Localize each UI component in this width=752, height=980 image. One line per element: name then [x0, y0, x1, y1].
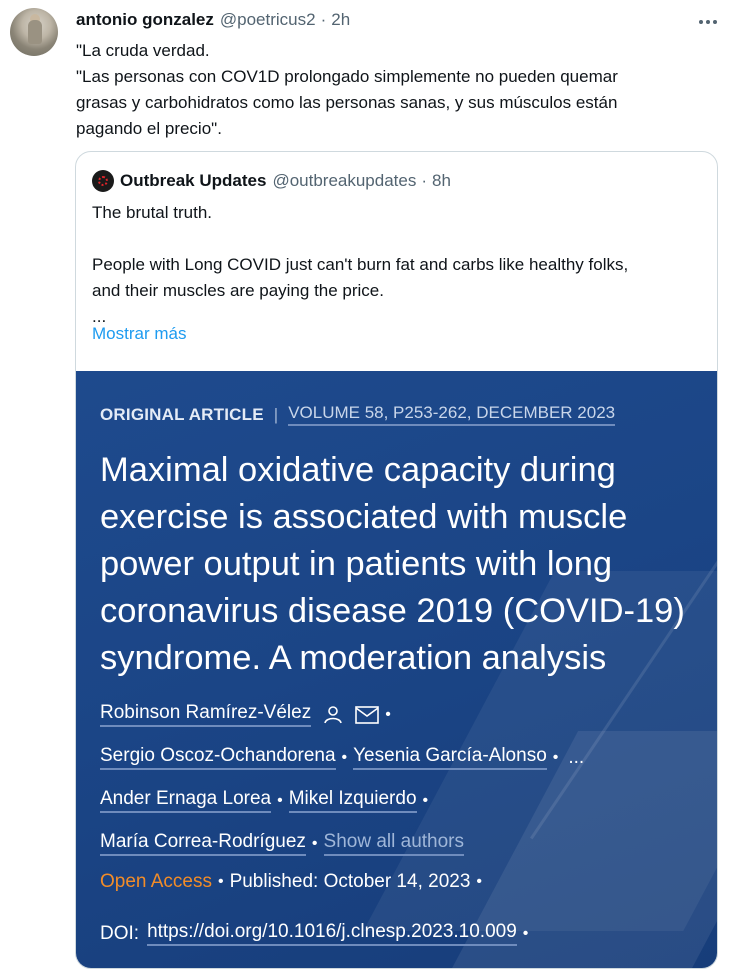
- article-kind: ORIGINAL ARTICLE: [100, 404, 264, 424]
- tweet-time[interactable]: 2h: [331, 10, 350, 30]
- doi-separator: •: [522, 924, 529, 942]
- pub-separator: •: [217, 873, 224, 890]
- quote-text-line: People with Long COVID just can't burn f…: [92, 255, 629, 274]
- article-author: Mikel Izquierdo: [288, 788, 417, 813]
- article-author: Sergio Oscoz-Ochandorena: [100, 745, 336, 770]
- show-more-link[interactable]: Mostrar más: [92, 324, 186, 344]
- more-horizontal-icon[interactable]: [694, 10, 722, 34]
- more-dot: [713, 20, 717, 24]
- author-row: Robinson Ramírez-Vélez •: [100, 693, 700, 736]
- pub-separator: •: [476, 873, 483, 890]
- tweet-header: antonio gonzalez @poetricus2 · 2h: [76, 10, 350, 32]
- more-dot: [699, 20, 703, 24]
- doi-info: DOI: https://doi.org/10.1016/j.clnesp.20…: [100, 921, 534, 946]
- article-image[interactable]: ORIGINAL ARTICLE | VOLUME 58, P253-262, …: [76, 371, 717, 968]
- header-separator: ·: [320, 10, 327, 29]
- quote-text-line: The brutal truth.: [92, 203, 213, 222]
- doi-link: https://doi.org/10.1016/j.clnesp.2023.10…: [147, 921, 517, 946]
- quote-text: The brutal truth. People with Long COVID…: [92, 200, 702, 330]
- author-separator: •: [277, 791, 283, 809]
- author-row: Sergio Oscoz-Ochandorena • Yesenia Garcí…: [100, 736, 700, 779]
- tweet-text-line: pagando el precio".: [76, 119, 222, 138]
- tweet-text-line: "La cruda verdad.: [76, 41, 210, 60]
- meta-pipe: |: [273, 404, 279, 424]
- doi-label: DOI:: [100, 922, 140, 944]
- more-dot: [706, 20, 710, 24]
- avatar-figure: [28, 20, 42, 44]
- quote-time[interactable]: 8h: [432, 171, 451, 191]
- quote-avatar[interactable]: [92, 170, 114, 192]
- tweet-text: "La cruda verdad. "Las personas con COV1…: [76, 38, 716, 142]
- quote-separator: ·: [421, 171, 428, 190]
- virus-logo-icon: [98, 176, 108, 186]
- author-row: María Correa-Rodríguez • Show all author…: [100, 822, 700, 865]
- author-separator: •: [385, 705, 391, 723]
- avatar[interactable]: [10, 8, 58, 56]
- article-author: María Correa-Rodríguez: [100, 831, 306, 856]
- person-icon: [324, 705, 342, 723]
- article-meta: ORIGINAL ARTICLE | VOLUME 58, P253-262, …: [100, 403, 616, 426]
- author-separator: •: [552, 748, 559, 766]
- article-volume: VOLUME 58, P253-262, DECEMBER 2023: [288, 403, 616, 426]
- quoted-tweet[interactable]: Outbreak Updates @outbreakupdates · 8h T…: [75, 151, 718, 969]
- tweet-text-line: grasas y carbohidratos como las personas…: [76, 93, 618, 112]
- article-author: Yesenia García-Alonso: [353, 745, 547, 770]
- tweet[interactable]: antonio gonzalez @poetricus2 · 2h "La cr…: [0, 0, 752, 980]
- author-separator: •: [311, 834, 318, 852]
- author-row: Ander Ernaga Lorea • Mikel Izquierdo •: [100, 779, 700, 822]
- article-authors: Robinson Ramírez-Vélez • Sergio Oscoz-Oc…: [100, 693, 700, 865]
- quote-author-name[interactable]: Outbreak Updates: [120, 171, 266, 191]
- quote-text-line: and their muscles are paying the price.: [92, 281, 384, 300]
- article-title: Maximal oxidative capacity during exerci…: [100, 451, 685, 677]
- author-name[interactable]: antonio gonzalez: [76, 10, 214, 30]
- author-separator: •: [422, 791, 429, 809]
- article-author: Robinson Ramírez-Vélez: [100, 702, 312, 727]
- show-all-authors: Show all authors: [323, 831, 464, 856]
- publication-info: Open Access • Published: October 14, 202…: [100, 871, 488, 893]
- published-date: Published: October 14, 2023: [229, 871, 471, 892]
- article-author: Ander Ernaga Lorea: [100, 788, 272, 813]
- quote-header: Outbreak Updates @outbreakupdates · 8h: [92, 170, 451, 192]
- author-separator: •: [341, 748, 348, 766]
- author-handle[interactable]: @poetricus2: [220, 10, 316, 30]
- quote-author-handle[interactable]: @outbreakupdates: [272, 171, 416, 191]
- tweet-text-line: "Las personas con COV1D prolongado simpl…: [76, 67, 618, 86]
- open-access-label: Open Access: [100, 871, 212, 892]
- authors-ellipsis: ...: [568, 746, 585, 768]
- mail-icon: [355, 705, 380, 724]
